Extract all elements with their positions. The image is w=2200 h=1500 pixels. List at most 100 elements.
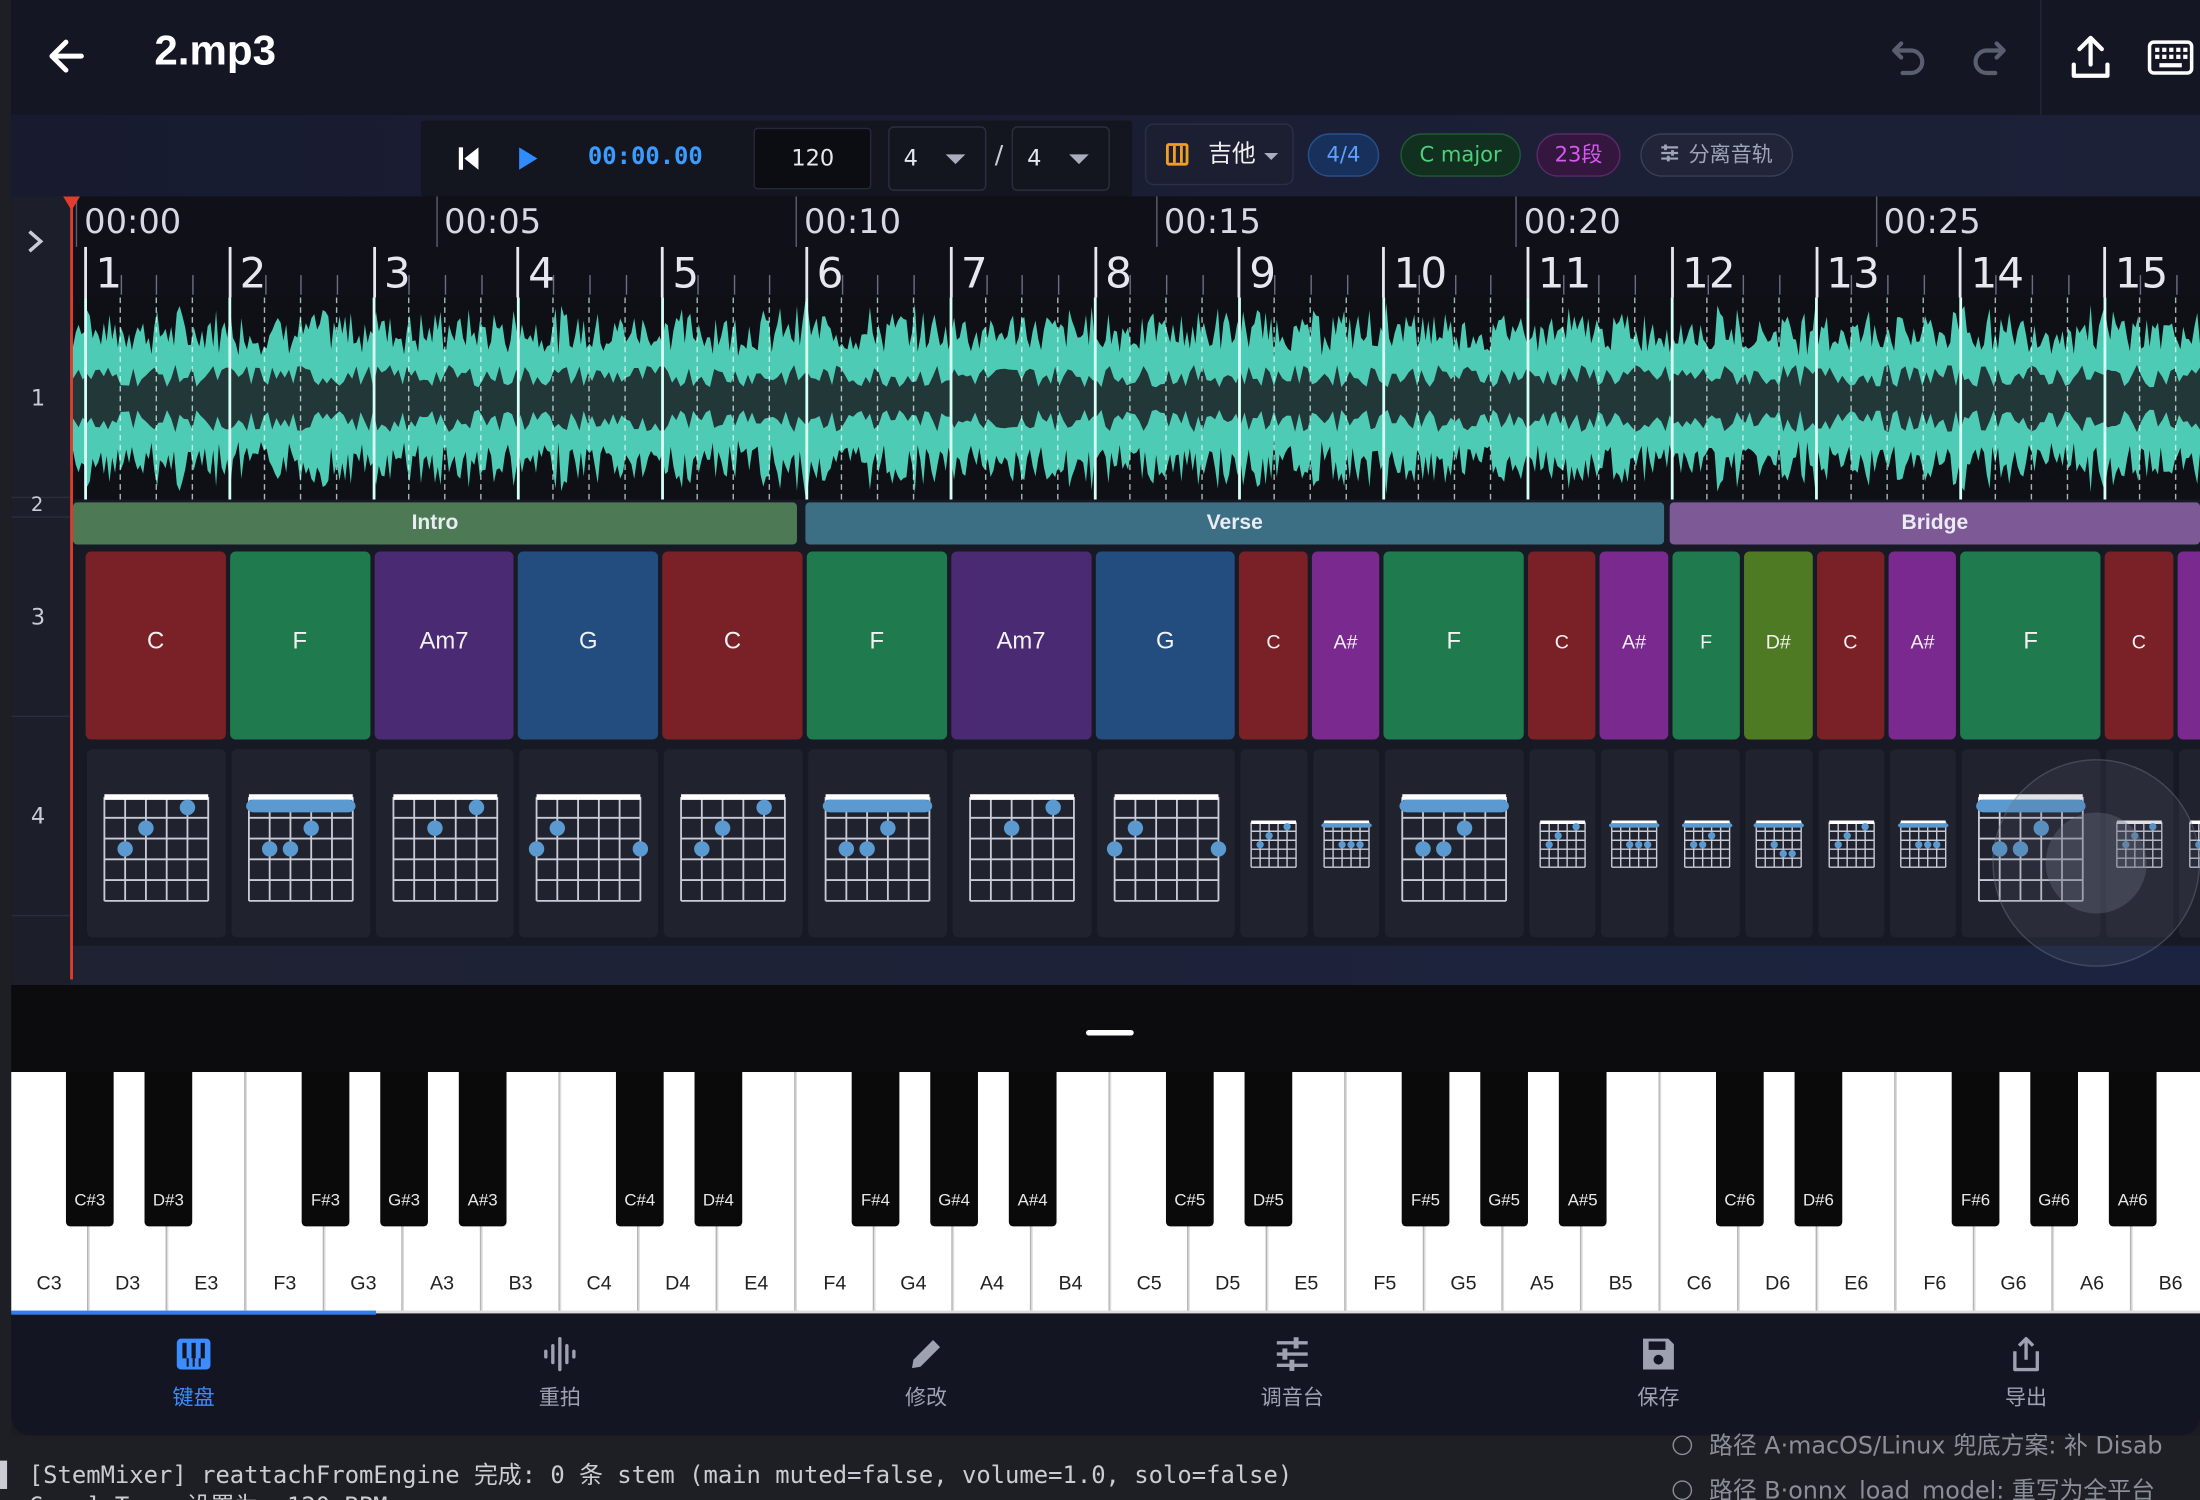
bar-line bbox=[1382, 246, 1386, 298]
nav-save[interactable]: 保存 bbox=[1574, 1334, 1742, 1418]
chord-diagram[interactable] bbox=[1240, 749, 1308, 938]
chord-diagram[interactable] bbox=[519, 749, 659, 938]
time-ruler[interactable]: 00:00 00:05 00:10 00:15 00:20 00:25 1 2 3 4 5 6 7 8 9 1… bbox=[70, 196, 2200, 299]
chord-block[interactable]: G bbox=[518, 551, 659, 740]
piano-black-key[interactable]: F#6 bbox=[1951, 1072, 2000, 1227]
piano-black-key[interactable]: G#3 bbox=[380, 1072, 428, 1227]
redo-button[interactable] bbox=[1967, 36, 2015, 78]
chord-diagram[interactable] bbox=[1673, 749, 1741, 938]
piano-black-key[interactable]: A#6 bbox=[2108, 1072, 2157, 1227]
sections-track: Intro Verse Bridge bbox=[70, 499, 2200, 548]
chord-diagram[interactable] bbox=[663, 749, 803, 938]
piano-black-key[interactable]: G#4 bbox=[930, 1072, 978, 1227]
undo-button[interactable] bbox=[1883, 36, 1931, 78]
chord-block[interactable]: C bbox=[2104, 551, 2173, 740]
piano-black-key[interactable]: F#5 bbox=[1401, 1072, 1450, 1227]
chord-diagram[interactable] bbox=[375, 749, 515, 938]
nav-label: 修改 bbox=[904, 1384, 948, 1411]
piano-black-key[interactable]: A#4 bbox=[1008, 1072, 1057, 1227]
keyboard-toggle-button[interactable] bbox=[2147, 36, 2195, 78]
chord-block[interactable]: F bbox=[806, 551, 947, 740]
panel-resize-area[interactable] bbox=[11, 985, 2200, 1073]
beat-tick bbox=[1490, 275, 1492, 295]
chord-diagram[interactable] bbox=[808, 749, 947, 938]
nav-downbeat[interactable]: 重拍 bbox=[476, 1334, 644, 1418]
play-button[interactable] bbox=[514, 143, 542, 174]
nav-export[interactable]: 导出 bbox=[1942, 1334, 2110, 1418]
floating-button-core bbox=[2045, 812, 2147, 914]
piano-black-key[interactable]: D#3 bbox=[144, 1072, 193, 1227]
tempo-input[interactable]: 120 bbox=[753, 127, 872, 190]
key-label: F4 bbox=[823, 1271, 847, 1294]
upload-button[interactable] bbox=[2068, 34, 2113, 82]
chord-block[interactable]: Am7 bbox=[951, 551, 1092, 740]
section-verse[interactable]: Verse bbox=[805, 502, 1665, 545]
key-label: B4 bbox=[1058, 1271, 1083, 1294]
piano-black-key[interactable]: C#4 bbox=[615, 1072, 664, 1227]
drag-handle[interactable] bbox=[1085, 1029, 1134, 1036]
piano-black-key[interactable]: F#4 bbox=[851, 1072, 900, 1227]
nav-edit[interactable]: 修改 bbox=[842, 1334, 1010, 1418]
chord-block[interactable]: F bbox=[229, 551, 370, 740]
chord-block[interactable]: G bbox=[1095, 551, 1236, 740]
piano-black-key[interactable]: G#6 bbox=[2030, 1072, 2078, 1227]
chord-block[interactable] bbox=[2177, 551, 2200, 740]
chord-diagram[interactable] bbox=[1745, 749, 1813, 938]
chord-block[interactable]: A# bbox=[1888, 551, 1957, 740]
chord-block[interactable]: C bbox=[1816, 551, 1885, 740]
playhead-marker[interactable] bbox=[63, 196, 80, 211]
key-label: A3 bbox=[429, 1271, 454, 1294]
piano-black-key[interactable]: A#5 bbox=[1558, 1072, 1607, 1227]
time-signature-chip[interactable]: 4/4 bbox=[1307, 133, 1380, 177]
piano-keyboard[interactable]: C3 D3 E3 F3 G3 A3 B3 C4 D4 E4 F4 G4 A4 B4 C5 D5 E5 F5 G5 A5… bbox=[11, 1072, 2200, 1314]
back-button[interactable] bbox=[45, 31, 90, 82]
instrument-select[interactable]: 吉他 bbox=[1144, 123, 1294, 186]
chord-block[interactable]: Am7 bbox=[374, 551, 515, 740]
section-intro[interactable]: Intro bbox=[72, 502, 797, 545]
time-tick bbox=[1875, 196, 1877, 247]
piano-black-key[interactable]: C#6 bbox=[1715, 1072, 1764, 1227]
chord-diagram[interactable] bbox=[86, 749, 226, 938]
chord-diagram[interactable] bbox=[1817, 749, 1885, 938]
chord-diagram[interactable] bbox=[231, 749, 370, 938]
section-bridge[interactable]: Bridge bbox=[1669, 502, 2200, 545]
chord-diagram[interactable] bbox=[1529, 749, 1596, 938]
sections-count-chip[interactable]: 23段 bbox=[1536, 133, 1621, 177]
chord-diagram[interactable] bbox=[1601, 749, 1668, 938]
chord-block[interactable]: C bbox=[85, 551, 226, 740]
chord-diagram[interactable] bbox=[1889, 749, 1957, 938]
piano-black-key[interactable]: G#5 bbox=[1480, 1072, 1528, 1227]
piano-black-key[interactable]: D#4 bbox=[694, 1072, 743, 1227]
chord-block[interactable]: F bbox=[1960, 551, 2101, 740]
chord-diagram[interactable] bbox=[1385, 749, 1524, 938]
piano-black-key[interactable]: F#3 bbox=[301, 1072, 350, 1227]
key-chip[interactable]: C major bbox=[1400, 133, 1521, 177]
time-marker: 00:15 bbox=[1163, 202, 1261, 242]
chord-block[interactable]: D# bbox=[1744, 551, 1813, 740]
chord-block[interactable]: A# bbox=[1311, 551, 1380, 740]
piano-black-key[interactable]: D#5 bbox=[1244, 1072, 1293, 1227]
separate-stems-chip[interactable]: 分离音轨 bbox=[1640, 133, 1794, 177]
skip-to-start-button[interactable] bbox=[455, 143, 483, 174]
waveform-track[interactable] bbox=[70, 297, 2200, 500]
playhead[interactable] bbox=[70, 196, 73, 980]
nav-keyboard[interactable]: 键盘 bbox=[109, 1334, 277, 1418]
chord-block[interactable]: F bbox=[1383, 551, 1524, 740]
piano-black-key[interactable]: C#5 bbox=[1165, 1072, 1214, 1227]
time-sig-numerator-select[interactable]: 4 bbox=[888, 126, 987, 191]
chord-block[interactable]: A# bbox=[1600, 551, 1668, 740]
piano-black-key[interactable]: D#6 bbox=[1794, 1072, 1843, 1227]
key-label: C3 bbox=[36, 1271, 62, 1294]
nav-mixer[interactable]: 调音台 bbox=[1208, 1334, 1376, 1418]
chord-block[interactable]: C bbox=[1527, 551, 1596, 740]
chord-block[interactable]: C bbox=[1239, 551, 1308, 740]
piano-black-key[interactable]: A#3 bbox=[458, 1072, 507, 1227]
chord-diagram[interactable] bbox=[1313, 749, 1380, 938]
chord-diagram[interactable] bbox=[952, 749, 1092, 938]
chevron-right-icon[interactable] bbox=[25, 227, 45, 261]
time-sig-denominator-select[interactable]: 4 bbox=[1011, 126, 1110, 191]
chord-block[interactable]: C bbox=[662, 551, 803, 740]
chord-diagram[interactable] bbox=[1096, 749, 1236, 938]
chord-block[interactable]: F bbox=[1672, 551, 1741, 740]
piano-black-key[interactable]: C#3 bbox=[65, 1072, 114, 1227]
